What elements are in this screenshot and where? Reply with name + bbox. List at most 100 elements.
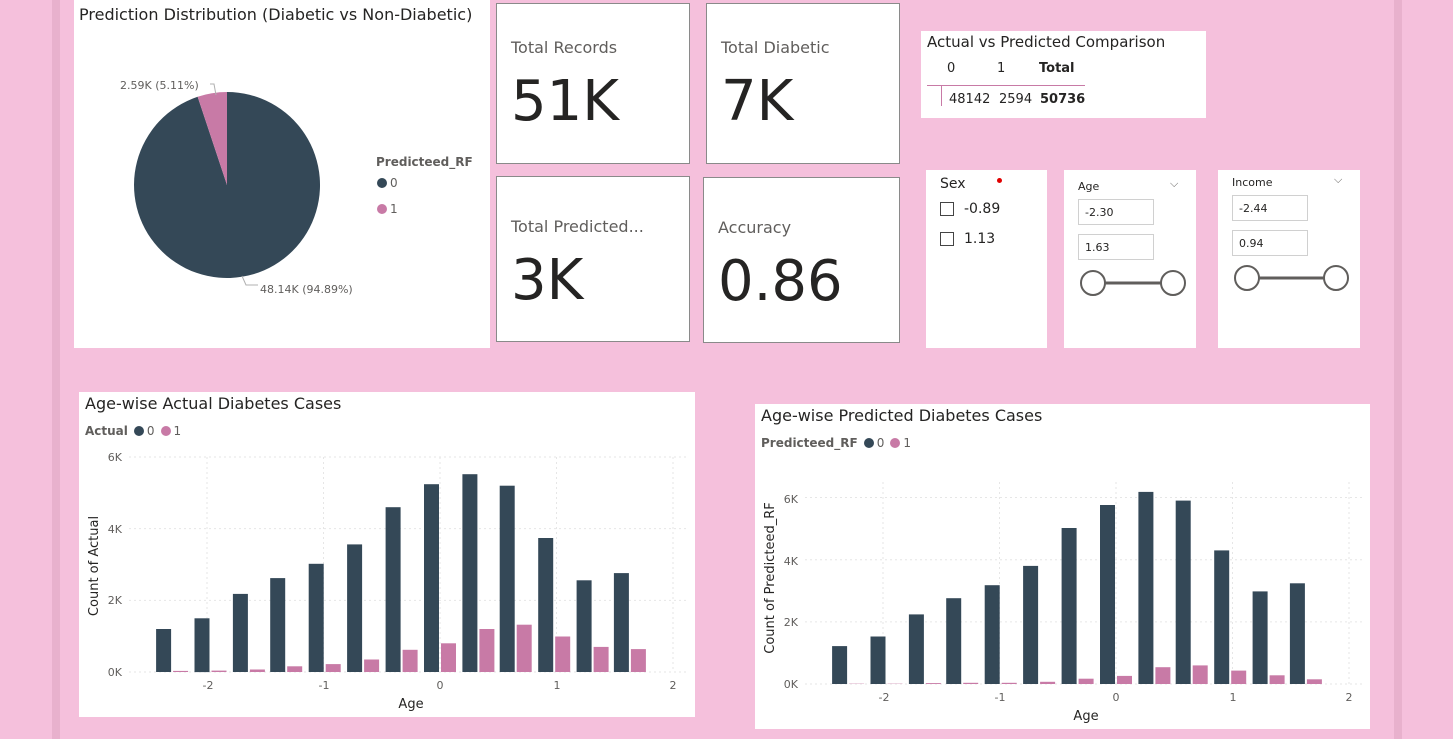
predicted-bar-series-0[interactable] <box>1252 591 1268 684</box>
checkbox[interactable] <box>940 202 954 216</box>
actual-bar-series-0[interactable] <box>499 485 515 672</box>
predicted-xtick: -1 <box>995 691 1006 704</box>
actual-bar-series-0[interactable] <box>538 538 554 672</box>
actual-bar-series-0[interactable] <box>462 474 478 672</box>
actual-bar-series-0[interactable] <box>347 544 363 672</box>
predicted-bar-series-1[interactable] <box>963 682 979 684</box>
actual-bar-series-1[interactable] <box>555 636 571 673</box>
actual-bar-series-1[interactable] <box>593 646 609 672</box>
pie-legend-label-0[interactable]: 0 <box>390 176 398 190</box>
actual-bar-series-1[interactable] <box>630 649 646 672</box>
left-edge <box>52 0 60 739</box>
actual-bar-series-1[interactable] <box>441 643 456 672</box>
predicted-bar-series-0[interactable] <box>908 614 924 684</box>
predicted-bar-series-0[interactable] <box>1214 550 1230 684</box>
predicted-bar-series-0[interactable] <box>1175 500 1191 684</box>
age-slicer[interactable]: Age ⌵ -2.30 1.63 <box>1064 170 1196 348</box>
kpi-card-total-predicted[interactable]: Total Predicted... 3K <box>496 176 690 342</box>
pie-legend-dot-1[interactable] <box>377 204 387 214</box>
comparison-matrix[interactable]: Actual vs Predicted Comparison 0 1 Total… <box>921 31 1206 118</box>
age-slider-max-handle[interactable] <box>1160 270 1186 296</box>
age-max-input[interactable]: 1.63 <box>1078 234 1154 260</box>
income-max-input[interactable]: 0.94 <box>1232 230 1308 256</box>
income-slider-min-handle[interactable] <box>1234 265 1260 291</box>
predicted-bar-series-0[interactable] <box>946 598 962 684</box>
predicted-ytick-6k: 6K <box>784 493 799 506</box>
predicted-bar-series-0[interactable] <box>1138 491 1154 684</box>
actual-bar-series-0[interactable] <box>424 484 439 672</box>
predicted-bar-series-1[interactable] <box>925 683 941 684</box>
pie-legend-label-1[interactable]: 1 <box>390 202 398 216</box>
actual-bar-series-0[interactable] <box>613 573 629 672</box>
matrix-value-total: 50736 <box>1040 92 1086 107</box>
actual-bar-series-1[interactable] <box>211 670 227 672</box>
predicted-bar-series-1[interactable] <box>1078 678 1094 684</box>
actual-bar-series-0[interactable] <box>576 580 592 672</box>
matrix-value-1: 2594 <box>999 92 1033 107</box>
predicted-bar-series-0[interactable] <box>832 646 848 684</box>
actual-xtick: 2 <box>670 679 677 692</box>
filter-indicator-dot <box>997 178 1002 183</box>
predicted-bar-series-0[interactable] <box>1289 583 1305 684</box>
pie-legend-title: Predicteed_RF <box>376 155 473 170</box>
actual-chart-card[interactable]: Age-wise Actual Diabetes Cases Actual 0 … <box>79 392 695 717</box>
actual-ytick-6k: 6K <box>108 451 123 464</box>
predicted-chart-card[interactable]: Age-wise Predicted Diabetes Cases Predic… <box>755 404 1370 729</box>
age-slider-min-handle[interactable] <box>1080 270 1106 296</box>
actual-xtick: 0 <box>437 679 444 692</box>
actual-bar-series-1[interactable] <box>364 659 380 673</box>
age-range-slider[interactable] <box>1064 263 1196 303</box>
actual-bar-series-1[interactable] <box>479 629 495 672</box>
pie-legend-dot-0[interactable] <box>377 178 387 188</box>
pie-chart-card[interactable]: Prediction Distribution (Diabetic vs Non… <box>74 0 490 348</box>
predicted-bar-series-0[interactable] <box>870 636 886 685</box>
predicted-bar-series-1[interactable] <box>1269 675 1285 684</box>
predicted-bar-series-0[interactable] <box>1061 528 1077 684</box>
actual-bar-series-1[interactable] <box>516 624 532 672</box>
predicted-bar-series-0[interactable] <box>984 585 1000 684</box>
age-min-input[interactable]: -2.30 <box>1078 199 1154 225</box>
actual-bar-series-0[interactable] <box>156 629 172 672</box>
actual-bar-series-1[interactable] <box>325 664 341 672</box>
actual-bar-series-1[interactable] <box>173 670 189 672</box>
sex-slicer[interactable]: Sex -0.89 1.13 <box>926 170 1047 348</box>
actual-bar-series-1[interactable] <box>402 649 418 672</box>
actual-bar-series-0[interactable] <box>232 593 248 672</box>
income-slicer[interactable]: Income ⌵ -2.44 0.94 <box>1218 170 1360 348</box>
pie-chart: 2.59K (5.11%) 48.14K (94.89%) Predicteed… <box>120 79 473 296</box>
predicted-bar-series-1[interactable] <box>1040 681 1056 684</box>
actual-bar-series-0[interactable] <box>385 507 401 672</box>
actual-bar-series-1[interactable] <box>287 666 303 672</box>
kpi-card-total-diabetic[interactable]: Total Diabetic 7K <box>706 3 900 164</box>
sex-option-2[interactable]: 1.13 <box>940 230 995 248</box>
predicted-bar-series-1[interactable] <box>1306 679 1322 684</box>
predicted-bar-series-1[interactable] <box>1155 667 1171 684</box>
sex-option-1[interactable]: -0.89 <box>940 200 1000 218</box>
kpi-card-total-records[interactable]: Total Records 51K <box>496 3 690 164</box>
predicted-bar-series-1[interactable] <box>1001 682 1017 684</box>
income-min-input[interactable]: -2.44 <box>1232 195 1308 221</box>
income-slider-max-handle[interactable] <box>1323 265 1349 291</box>
chevron-down-icon[interactable]: ⌵ <box>1170 177 1178 191</box>
age-slicer-title: Age <box>1078 180 1100 193</box>
predicted-bar-series-1[interactable] <box>1192 665 1208 684</box>
predicted-bar-series-0[interactable] <box>1023 565 1039 684</box>
actual-bar-series-0[interactable] <box>270 578 286 672</box>
right-edge <box>1394 0 1402 739</box>
kpi-card-accuracy[interactable]: Accuracy 0.86 <box>703 177 900 343</box>
sex-option-label: 1.13 <box>964 231 996 247</box>
actual-bar-series-0[interactable] <box>194 618 210 673</box>
chevron-down-icon[interactable]: ⌵ <box>1334 173 1342 187</box>
actual-bar-series-1[interactable] <box>249 669 265 673</box>
predicted-bar-series-1[interactable] <box>1117 675 1132 684</box>
sex-slicer-title: Sex <box>940 176 966 192</box>
matrix-value-0: 48142 <box>949 92 991 107</box>
income-range-slider[interactable] <box>1218 258 1360 298</box>
actual-ytick-4k: 4K <box>108 523 123 536</box>
predicted-bar-series-0[interactable] <box>1100 505 1115 684</box>
pie-slice-0[interactable] <box>134 92 321 278</box>
predicted-bar-series-1[interactable] <box>1231 670 1247 684</box>
checkbox[interactable] <box>940 232 954 246</box>
predicted-xtick: 2 <box>1346 691 1353 704</box>
actual-bar-series-0[interactable] <box>308 563 324 672</box>
